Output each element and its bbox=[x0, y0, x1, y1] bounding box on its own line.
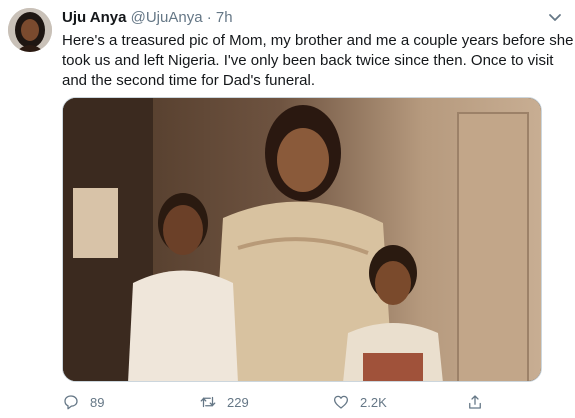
tweet-text-line: Here's a treasured pic of Mom, my brothe… bbox=[62, 32, 574, 49]
tweet-text-line: and the second time for Dad's funeral. bbox=[62, 72, 316, 89]
separator-dot: · bbox=[206, 9, 212, 26]
author-name[interactable]: Uju Anya bbox=[62, 9, 126, 26]
reply-icon bbox=[64, 395, 78, 410]
like-button[interactable]: 2.2K bbox=[332, 390, 387, 414]
tweet-photo[interactable] bbox=[62, 97, 542, 382]
tweet-header: Uju Anya @UjuAnya · 7h bbox=[62, 9, 233, 26]
author-handle[interactable]: @UjuAnya bbox=[131, 9, 203, 26]
retweet-button[interactable]: 229 bbox=[199, 390, 249, 414]
like-icon bbox=[333, 395, 349, 409]
retweet-icon bbox=[200, 396, 216, 408]
retweet-count: 229 bbox=[227, 394, 249, 410]
tweet-text-line: took us and left Nigeria. I've only been… bbox=[62, 52, 554, 69]
like-count: 2.2K bbox=[360, 394, 387, 410]
tweet-actions: 89 229 2.2K bbox=[62, 390, 542, 414]
avatar[interactable] bbox=[8, 8, 52, 52]
share-button[interactable] bbox=[466, 390, 494, 414]
more-chevron-icon[interactable] bbox=[545, 8, 565, 28]
share-icon bbox=[469, 395, 481, 409]
reply-count: 89 bbox=[90, 394, 105, 410]
tweet[interactable]: Uju Anya @UjuAnya · 7h Here's a treasure… bbox=[0, 0, 575, 418]
timestamp[interactable]: 7h bbox=[216, 9, 233, 26]
reply-button[interactable]: 89 bbox=[62, 390, 104, 414]
tweet-text: Here's a treasured pic of Mom, my brothe… bbox=[62, 31, 574, 91]
